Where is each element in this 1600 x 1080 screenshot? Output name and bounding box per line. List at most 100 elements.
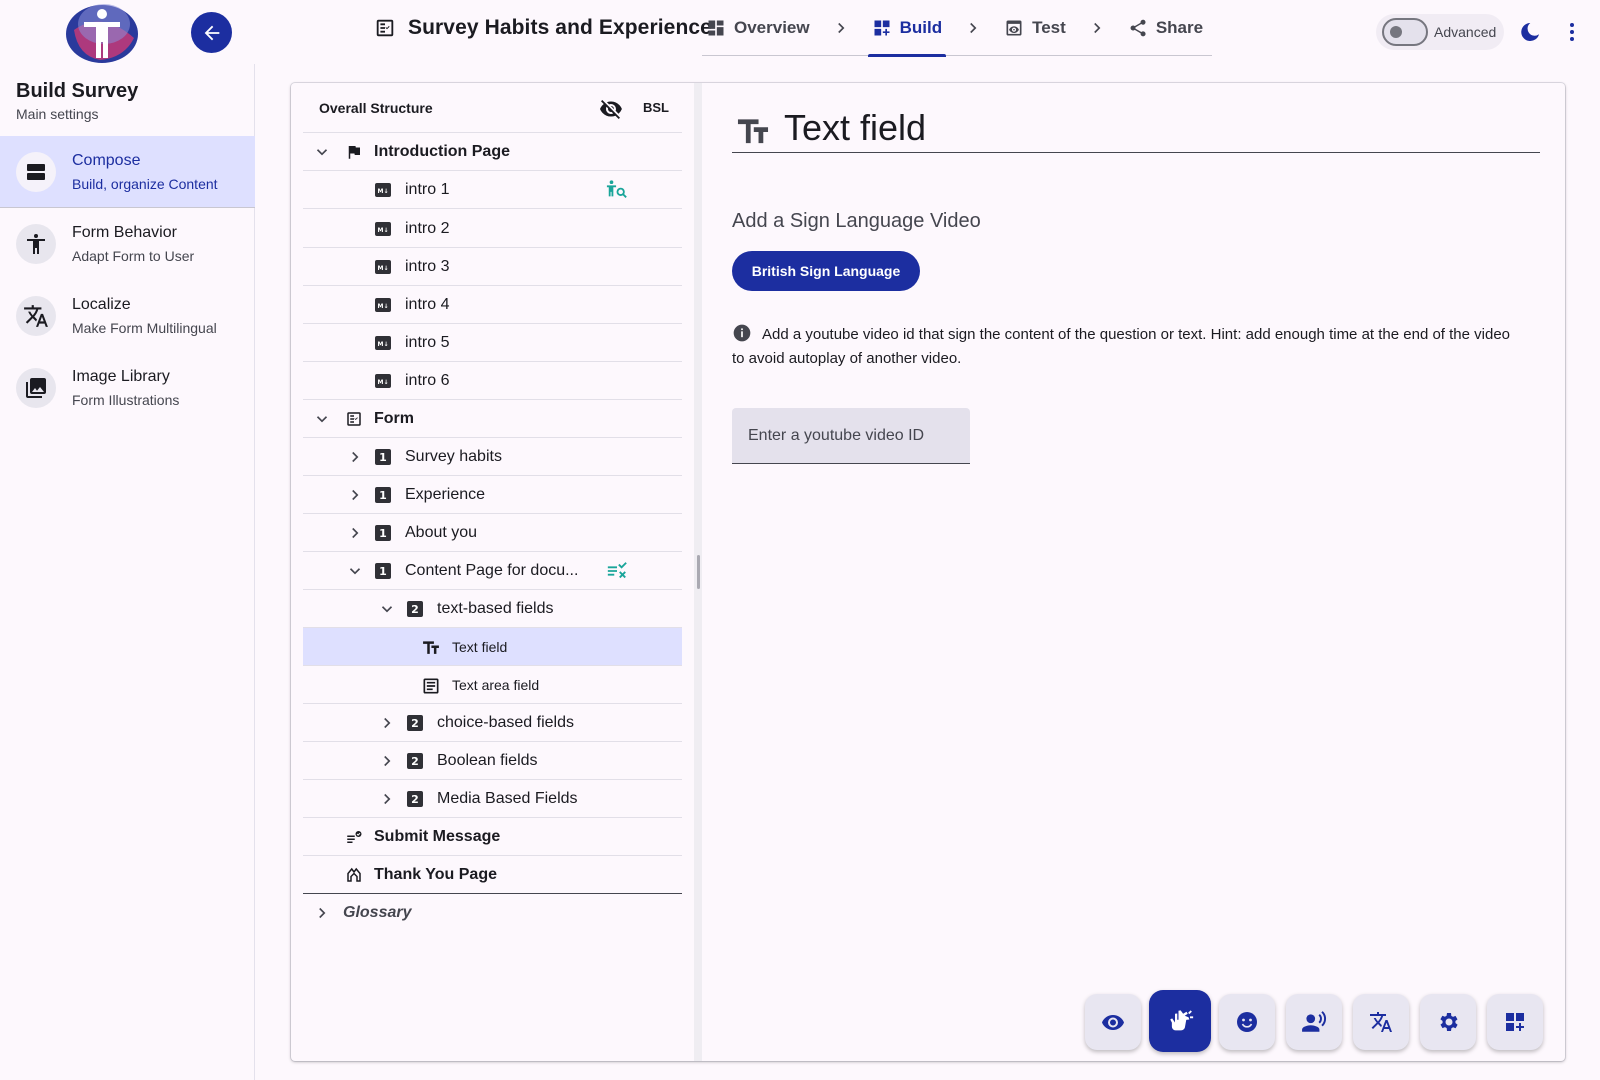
- translate-action-button[interactable]: [1353, 994, 1409, 1050]
- tree-item-intro-1[interactable]: M↓ intro 1: [303, 171, 682, 209]
- view-agenda-icon: [16, 151, 56, 192]
- step-overview[interactable]: Overview: [702, 0, 814, 56]
- accessibility-icon: [16, 224, 56, 264]
- step-build[interactable]: Build: [867, 0, 947, 57]
- chevron-right-icon[interactable]: [378, 790, 396, 808]
- tree-item-label: Introduction Page: [374, 142, 510, 160]
- tree-item-experience[interactable]: 1 Experience: [303, 476, 682, 514]
- sidebar: Build Survey Main settings Compose Build…: [0, 64, 255, 1080]
- sidebar-item-label: Compose: [72, 151, 141, 169]
- preview-icon: [1006, 20, 1022, 35]
- sidebar-item-label: Localize: [72, 296, 131, 313]
- tree-item-media-based-fields[interactable]: 2 Media Based Fields: [303, 780, 682, 818]
- svg-text:M↓: M↓: [378, 379, 389, 386]
- tree-item-intro-3[interactable]: M↓ intro 3: [303, 248, 682, 286]
- arrow-left-icon: [204, 25, 219, 40]
- tree-item-glossary[interactable]: Glossary: [303, 894, 682, 932]
- survey-title: Survey Habits and Experience: [408, 16, 712, 39]
- markdown-icon: M↓: [375, 183, 391, 197]
- step-label: Overview: [734, 17, 810, 37]
- add-grid-icon: [1506, 1013, 1524, 1031]
- tree-item-label: Text area field: [452, 676, 540, 693]
- svg-text:M↓: M↓: [378, 188, 389, 195]
- sidebar-subtitle: Main settings: [16, 106, 99, 122]
- tree-item-survey-habits[interactable]: 1 Survey habits: [303, 438, 682, 476]
- more-menu-button[interactable]: [1560, 20, 1584, 44]
- tree-item-label: text-based fields: [437, 599, 554, 617]
- sidebar-item-form-behavior[interactable]: Form Behavior Adapt Form to User: [0, 208, 255, 280]
- add-grid-icon: [874, 20, 890, 35]
- chevron-down-icon[interactable]: [378, 600, 396, 618]
- settings-action-button[interactable]: [1420, 994, 1476, 1050]
- tree-item-choice-based-fields[interactable]: 2 choice-based fields: [303, 704, 682, 742]
- field-editor: Text field Add a Sign Language Video Bri…: [702, 83, 1565, 1061]
- markdown-icon: M↓: [375, 374, 391, 388]
- add-action-button[interactable]: [1487, 994, 1543, 1050]
- app-logo[interactable]: [64, 0, 140, 64]
- tree-item-about-you[interactable]: 1 About you: [303, 514, 682, 552]
- chevron-right-icon[interactable]: [346, 486, 364, 504]
- svg-text:M↓: M↓: [378, 341, 389, 348]
- text-fields-icon: [737, 119, 769, 144]
- visibility-toggle-button[interactable]: [599, 97, 623, 121]
- tree-item-label: Boolean fields: [437, 751, 538, 769]
- sidebar-item-image-library[interactable]: Image Library Form Illustrations: [0, 352, 255, 424]
- tree-item-label: Text field: [452, 638, 508, 655]
- step-label: Build: [899, 17, 943, 37]
- tree-item-content-page[interactable]: 1 Content Page for docu...: [303, 552, 682, 590]
- chevron-right-icon[interactable]: [346, 448, 364, 466]
- sidebar-item-compose[interactable]: Compose Build, organize Content: [0, 136, 255, 208]
- markdown-icon: M↓: [375, 336, 391, 350]
- accessibility-search-icon[interactable]: [606, 179, 628, 201]
- tree-item-text-based-fields[interactable]: 2 text-based fields: [303, 590, 682, 628]
- step-label: Test: [1032, 17, 1066, 37]
- tree-item-text-field[interactable]: Text field: [303, 628, 682, 666]
- markdown-icon: M↓: [375, 222, 391, 236]
- preview-action-button[interactable]: [1085, 994, 1141, 1050]
- dashboard-icon: [708, 20, 724, 35]
- tree-item-label: Form: [374, 409, 414, 427]
- page-badge: 1: [375, 525, 391, 541]
- markdown-icon: M↓: [375, 260, 391, 274]
- chevron-down-icon[interactable]: [313, 410, 331, 428]
- tree-item-boolean-fields[interactable]: 2 Boolean fields: [303, 742, 682, 780]
- tree-item-submit-message[interactable]: Submit Message: [303, 818, 682, 856]
- chevron-right-icon: [1088, 19, 1106, 37]
- emoji-icon: [1237, 1012, 1257, 1032]
- resize-handle[interactable]: [697, 555, 700, 589]
- moon-icon: [1521, 22, 1539, 41]
- back-button[interactable]: [191, 12, 232, 53]
- chevron-right-icon: [832, 19, 850, 37]
- editor-title-row: Text field: [732, 107, 1540, 153]
- youtube-video-id-input[interactable]: [732, 408, 970, 464]
- step-test[interactable]: Test: [1000, 0, 1070, 56]
- emoji-action-button[interactable]: [1219, 994, 1275, 1050]
- tree-item-form[interactable]: Form: [303, 400, 682, 438]
- chevron-right-icon[interactable]: [378, 714, 396, 732]
- tree-item-text-area-field[interactable]: Text area field: [303, 666, 682, 704]
- british-sign-language-button[interactable]: British Sign Language: [732, 251, 920, 291]
- share-icon: [1130, 19, 1146, 36]
- rule-icon[interactable]: [606, 560, 628, 582]
- audio-action-button[interactable]: [1286, 994, 1342, 1050]
- chevron-right-icon[interactable]: [378, 752, 396, 770]
- tree-item-intro-2[interactable]: M↓ intro 2: [303, 210, 682, 248]
- sidebar-item-localize[interactable]: Localize Make Form Multilingual: [0, 280, 255, 352]
- chevron-down-icon[interactable]: [313, 143, 331, 161]
- sign-language-action-button[interactable]: [1149, 990, 1211, 1052]
- sidebar-item-desc: Form Illustrations: [72, 392, 180, 408]
- tree-item-label: intro 5: [405, 333, 450, 351]
- record-voice-icon: [1302, 1011, 1326, 1032]
- tree-item-thank-you-page[interactable]: Thank You Page: [303, 856, 682, 894]
- dark-mode-button[interactable]: [1518, 20, 1542, 44]
- advanced-toggle[interactable]: [1382, 18, 1428, 46]
- tree-item-intro-6[interactable]: M↓ intro 6: [303, 362, 682, 400]
- step-share[interactable]: Share: [1124, 0, 1207, 56]
- chevron-right-icon[interactable]: [346, 524, 364, 542]
- top-bar: Survey Habits and Experience Overview Bu…: [0, 0, 1600, 64]
- chevron-right-icon[interactable]: [313, 904, 331, 922]
- tree-item-intro-4[interactable]: M↓ intro 4: [303, 286, 682, 324]
- tree-item-introduction-page[interactable]: Introduction Page: [303, 133, 682, 171]
- chevron-down-icon[interactable]: [346, 562, 364, 580]
- tree-item-intro-5[interactable]: M↓ intro 5: [303, 324, 682, 362]
